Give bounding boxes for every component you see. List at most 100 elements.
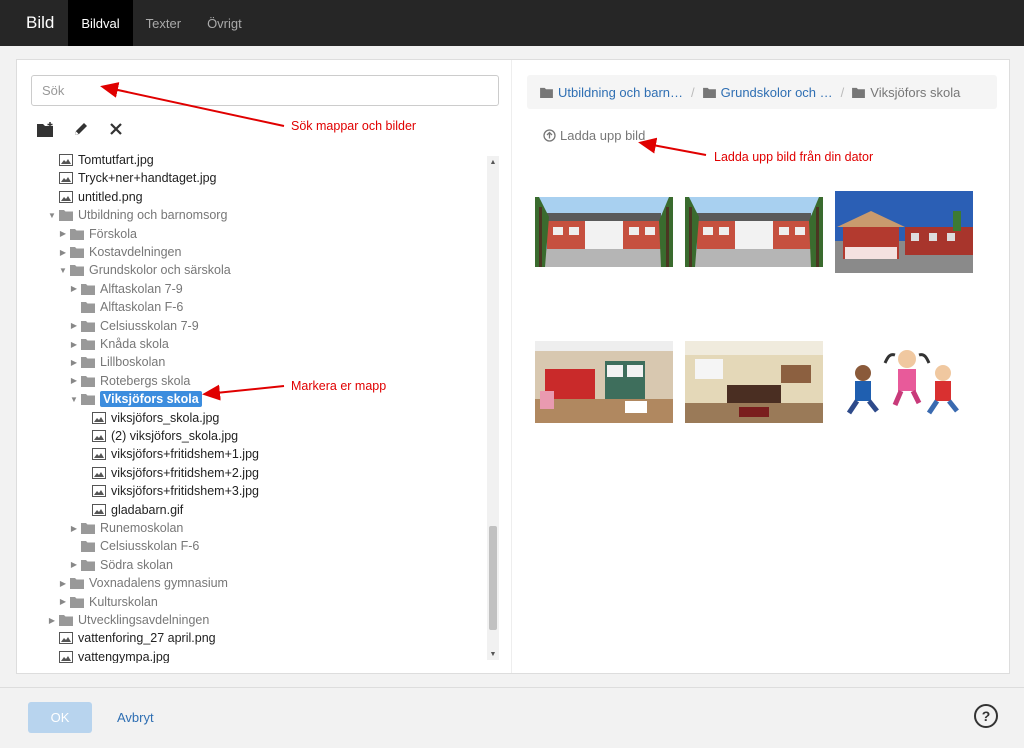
folder-tree: Tomtutfart.jpg Tryck+ner+handtaget.jpg unt… [17, 151, 487, 663]
caret-right-icon[interactable]: ▶ [58, 579, 68, 588]
image-dialog: Bild Bildval Texter Övrigt Tomtutfart.jp… [0, 0, 1024, 748]
breadcrumb-label: Utbildning och barn… [558, 84, 684, 100]
breadcrumb-item[interactable]: Utbildning och barn… [540, 85, 683, 100]
caret-down-icon[interactable]: ▼ [58, 266, 68, 275]
caret-down-icon[interactable]: ▼ [47, 211, 57, 220]
image-file-icon [59, 632, 73, 645]
caret-right-icon[interactable]: ▶ [47, 616, 57, 625]
caret-right-icon[interactable]: ▶ [69, 560, 79, 569]
tree-folder[interactable]: ▶ Utvecklingsavdelningen [47, 611, 209, 629]
search-input[interactable] [31, 75, 499, 106]
tree-folder[interactable]: ▼ Utbildning och barnomsorg [47, 206, 227, 224]
tree-item-label: Alftaskolan 7-9 [100, 281, 183, 296]
folder-icon [81, 320, 95, 332]
image-file-icon [92, 485, 106, 498]
scrollbar-thumb[interactable] [489, 526, 497, 630]
folder-icon [852, 87, 866, 98]
scroll-up-icon[interactable]: ▲ [487, 156, 499, 168]
tree-folder[interactable]: ▶ Södra skolan [69, 556, 173, 574]
image-file-icon [92, 466, 106, 479]
folder-icon [81, 393, 95, 406]
image-file-icon [92, 411, 106, 424]
caret-right-icon[interactable]: ▶ [69, 376, 79, 385]
caret-right-icon[interactable]: ▶ [69, 524, 79, 533]
dialog-title: Bild [26, 13, 55, 32]
tree-folder[interactable]: ▼ Viksjöfors skola [69, 390, 202, 408]
tree-file[interactable]: (2) viksjöfors_skola.jpg [80, 427, 238, 445]
upload-button[interactable]: Ladda upp bild [543, 128, 645, 143]
tree-file[interactable]: Tryck+ner+handtaget.jpg [47, 169, 217, 187]
tree-folder[interactable]: ▶ Alftaskolan 7-9 [69, 280, 183, 298]
caret-right-icon[interactable]: ▶ [69, 284, 79, 293]
tree-item-label: Södra skolan [100, 557, 173, 572]
folder-icon [81, 375, 95, 387]
tree-file[interactable]: vattenforing_27 april.png [47, 629, 216, 647]
image-thumbnail[interactable] [535, 197, 673, 272]
image-thumbnail[interactable] [685, 197, 823, 272]
tree-folder[interactable]: Celsiusskolan F-6 [69, 537, 199, 555]
tree-file[interactable]: gladabarn.gif [80, 501, 183, 519]
image-file-icon [92, 448, 106, 461]
cancel-button[interactable]: Avbryt [117, 710, 154, 725]
breadcrumb-item[interactable]: Grundskolor och … [702, 85, 833, 100]
folder-icon [81, 301, 95, 314]
caret-right-icon[interactable]: ▶ [69, 358, 79, 367]
tree-item-label: gladabarn.gif [111, 502, 184, 517]
image-thumbnail[interactable] [685, 341, 823, 428]
image-thumbnail[interactable] [535, 341, 673, 428]
caret-right-icon[interactable]: ▶ [58, 248, 68, 257]
tab-texter[interactable]: Texter [133, 0, 194, 46]
tree-folder[interactable]: ▶ Kulturskolan [58, 593, 158, 611]
image-file-icon [59, 650, 73, 663]
tree-file[interactable]: viksjöfors+fritidshem+3.jpg [80, 482, 259, 500]
tree-item-label: viksjöfors_skola.jpg [111, 410, 220, 425]
tree-item-label: Grundskolor och särskola [89, 263, 231, 278]
ok-button[interactable]: OK [28, 702, 92, 733]
new-folder-icon[interactable] [37, 120, 55, 138]
tree-toolbar [37, 120, 125, 138]
folder-icon [59, 614, 73, 626]
tree-folder[interactable]: ▶ Voxnadalens gymnasium [58, 574, 228, 592]
tree-file[interactable]: viksjöfors_skola.jpg [80, 409, 219, 427]
tree-file[interactable]: untitled.png [47, 188, 143, 206]
tree-item-label: Celsiusskolan 7-9 [100, 318, 199, 333]
upload-label: Ladda upp bild [560, 128, 646, 143]
tree-folder[interactable]: ▶ Runemoskolan [69, 519, 183, 537]
breadcrumb: Utbildning och barn… / Grundskolor och … / V… [527, 75, 997, 109]
folder-icon [70, 228, 84, 240]
tree-file[interactable]: viksjöfors+fritidshem+1.jpg [80, 445, 259, 463]
tree-folder[interactable]: ▶ Förskola [58, 225, 137, 243]
image-file-icon [92, 503, 106, 516]
caret-right-icon[interactable]: ▶ [58, 597, 68, 606]
tree-folder[interactable]: ▶ Rotebergs skola [69, 372, 190, 390]
caret-right-icon[interactable]: ▶ [69, 340, 79, 349]
tree-file[interactable]: Tomtutfart.jpg [47, 151, 154, 169]
close-icon[interactable] [107, 120, 125, 138]
tree-item-label: Tomtutfart.jpg [78, 153, 154, 167]
tree-folder[interactable]: ▶ Lillboskolan [69, 353, 165, 371]
question-circle-icon[interactable]: ? [974, 704, 998, 728]
tree-scrollbar[interactable]: ▲ ▼ [487, 156, 499, 660]
tree-item-label: viksjöfors+fritidshem+1.jpg [111, 447, 259, 462]
tree-folder[interactable]: ▶ Kostavdelningen [58, 243, 182, 261]
tree-item-label: viksjöfors+fritidshem+3.jpg [111, 484, 259, 499]
caret-down-icon[interactable]: ▼ [69, 395, 79, 404]
tree-file[interactable]: viksjöfors+fritidshem+2.jpg [80, 464, 259, 482]
image-thumbnail[interactable] [835, 341, 973, 428]
tree-folder[interactable]: ▶ Knåda skola [69, 335, 169, 353]
tab-ovrigt[interactable]: Övrigt [194, 0, 255, 46]
tree-folder[interactable]: ▼ Grundskolor och särskola [58, 261, 231, 279]
tree-folder[interactable]: ▶ Celsiusskolan 7-9 [69, 317, 199, 335]
tree-file[interactable]: vattengympa.jpg [47, 648, 170, 663]
tree-folder[interactable]: Alftaskolan F-6 [69, 298, 183, 316]
image-thumbnail[interactable] [835, 191, 973, 278]
tree-item-label: Runemoskolan [100, 521, 184, 535]
scroll-down-icon[interactable]: ▼ [487, 648, 499, 660]
tree-item-label: vattenforing_27 april.png [78, 631, 216, 646]
browser-pane: Tomtutfart.jpg Tryck+ner+handtaget.jpg unt… [17, 60, 512, 673]
pencil-icon[interactable] [72, 120, 90, 138]
caret-right-icon[interactable]: ▶ [69, 321, 79, 330]
caret-right-icon[interactable]: ▶ [58, 229, 68, 238]
annotation-folder: Markera er mapp [291, 379, 387, 393]
tab-bildval[interactable]: Bildval [68, 0, 133, 46]
